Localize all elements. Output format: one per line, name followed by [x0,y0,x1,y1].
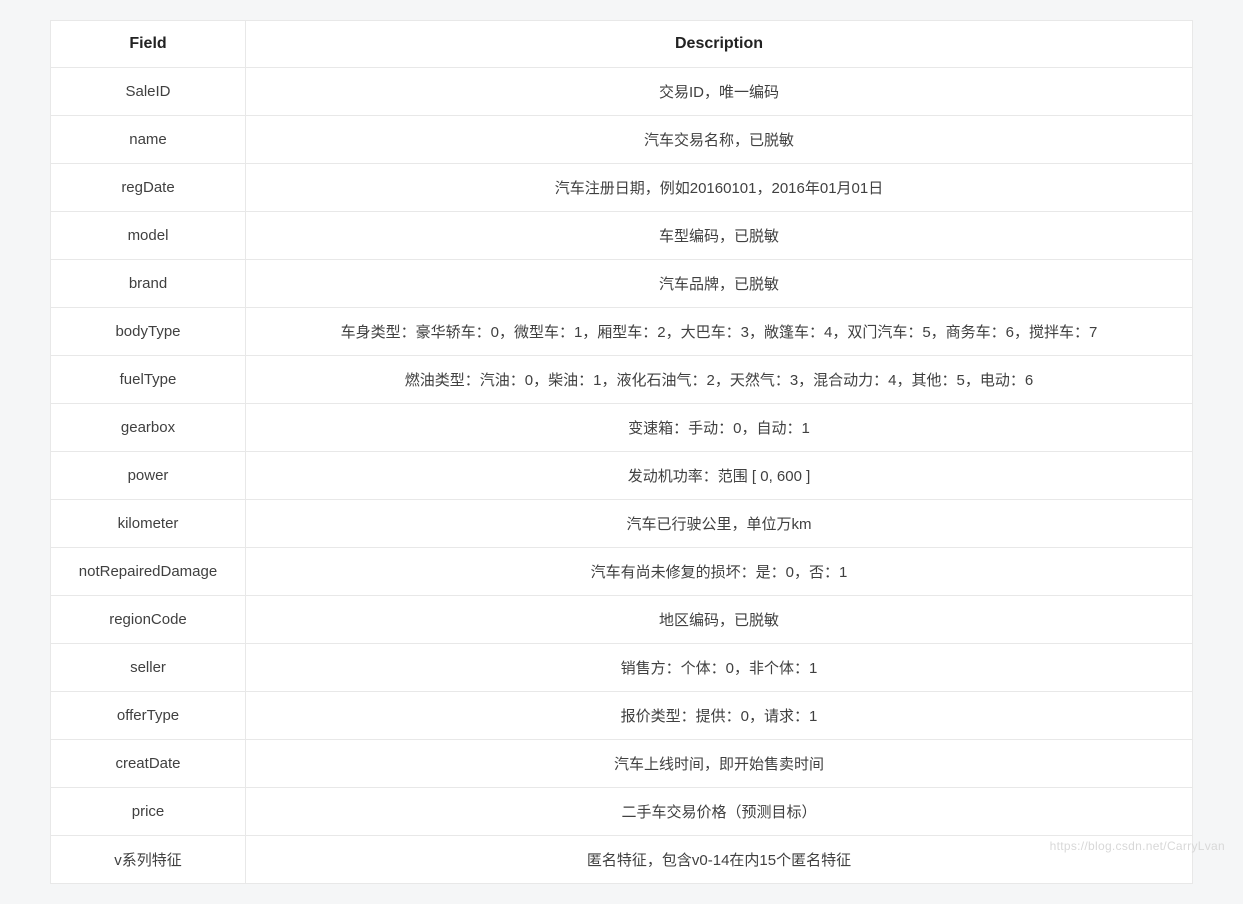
field-cell: model [51,212,246,260]
field-cell: brand [51,260,246,308]
field-cell: notRepairedDamage [51,548,246,596]
table-row: seller销售方：个体：0，非个体：1 [51,644,1193,692]
table-row: creatDate汽车上线时间，即开始售卖时间 [51,740,1193,788]
description-cell: 汽车上线时间，即开始售卖时间 [246,740,1193,788]
description-cell: 汽车注册日期，例如20160101，2016年01月01日 [246,164,1193,212]
description-cell: 地区编码，已脱敏 [246,596,1193,644]
table-row: offerType报价类型：提供：0，请求：1 [51,692,1193,740]
table-body: SaleID交易ID，唯一编码name汽车交易名称，已脱敏regDate汽车注册… [51,68,1193,884]
description-cell: 报价类型：提供：0，请求：1 [246,692,1193,740]
description-cell: 变速箱：手动：0，自动：1 [246,404,1193,452]
table-row: gearbox变速箱：手动：0，自动：1 [51,404,1193,452]
table-row: notRepairedDamage汽车有尚未修复的损坏：是：0，否：1 [51,548,1193,596]
field-cell: SaleID [51,68,246,116]
table-row: regDate汽车注册日期，例如20160101，2016年01月01日 [51,164,1193,212]
header-field: Field [51,21,246,68]
table-row: SaleID交易ID，唯一编码 [51,68,1193,116]
table-header-row: Field Description [51,21,1193,68]
field-cell: seller [51,644,246,692]
description-cell: 车身类型：豪华轿车：0，微型车：1，厢型车：2，大巴车：3，敞篷车：4，双门汽车… [246,308,1193,356]
table-row: v系列特征匿名特征，包含v0-14在内15个匿名特征 [51,836,1193,884]
description-cell: 燃油类型：汽油：0，柴油：1，液化石油气：2，天然气：3，混合动力：4，其他：5… [246,356,1193,404]
field-cell: gearbox [51,404,246,452]
table-row: bodyType车身类型：豪华轿车：0，微型车：1，厢型车：2，大巴车：3，敞篷… [51,308,1193,356]
table-row: regionCode地区编码，已脱敏 [51,596,1193,644]
field-cell: offerType [51,692,246,740]
description-cell: 发动机功率：范围 [ 0, 600 ] [246,452,1193,500]
table-row: power发动机功率：范围 [ 0, 600 ] [51,452,1193,500]
field-cell: regDate [51,164,246,212]
field-cell: name [51,116,246,164]
field-description-table-container: Field Description SaleID交易ID，唯一编码name汽车交… [50,20,1193,884]
field-cell: v系列特征 [51,836,246,884]
description-cell: 销售方：个体：0，非个体：1 [246,644,1193,692]
field-description-table: Field Description SaleID交易ID，唯一编码name汽车交… [50,20,1193,884]
description-cell: 匿名特征，包含v0-14在内15个匿名特征 [246,836,1193,884]
description-cell: 汽车有尚未修复的损坏：是：0，否：1 [246,548,1193,596]
description-cell: 汽车交易名称，已脱敏 [246,116,1193,164]
description-cell: 汽车品牌，已脱敏 [246,260,1193,308]
field-cell: power [51,452,246,500]
field-cell: creatDate [51,740,246,788]
table-row: kilometer汽车已行驶公里，单位万km [51,500,1193,548]
description-cell: 车型编码，已脱敏 [246,212,1193,260]
description-cell: 二手车交易价格（预测目标） [246,788,1193,836]
table-row: fuelType燃油类型：汽油：0，柴油：1，液化石油气：2，天然气：3，混合动… [51,356,1193,404]
table-row: brand汽车品牌，已脱敏 [51,260,1193,308]
header-description: Description [246,21,1193,68]
field-cell: bodyType [51,308,246,356]
table-row: model车型编码，已脱敏 [51,212,1193,260]
field-cell: fuelType [51,356,246,404]
description-cell: 汽车已行驶公里，单位万km [246,500,1193,548]
table-row: name汽车交易名称，已脱敏 [51,116,1193,164]
description-cell: 交易ID，唯一编码 [246,68,1193,116]
field-cell: price [51,788,246,836]
field-cell: kilometer [51,500,246,548]
table-row: price二手车交易价格（预测目标） [51,788,1193,836]
field-cell: regionCode [51,596,246,644]
